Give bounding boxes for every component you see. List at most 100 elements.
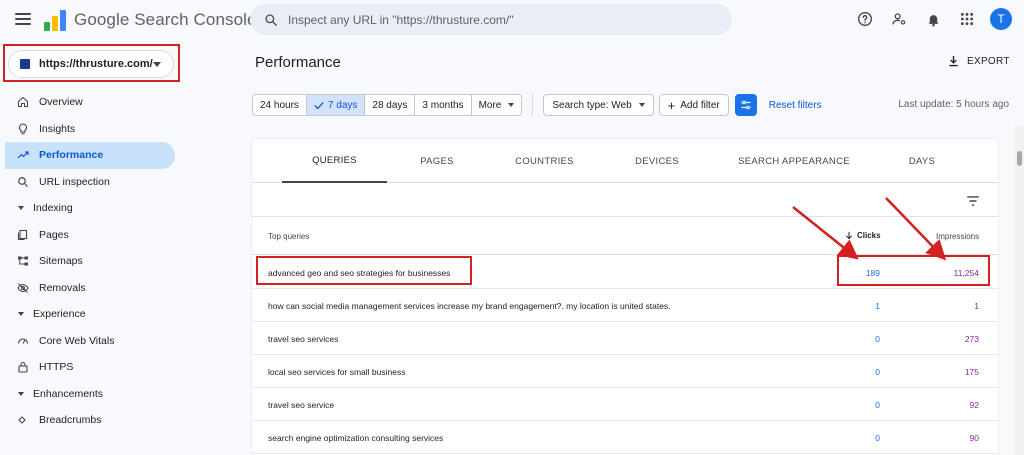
check-icon [314, 101, 324, 109]
impressions-cell: 273 [964, 334, 979, 344]
clicks-cell: 0 [875, 400, 880, 410]
table-row[interactable]: travel seo services 0 273 [252, 322, 998, 355]
chevron-down-icon [508, 103, 515, 107]
search-console-logo-icon [44, 9, 66, 31]
export-button[interactable]: EXPORT [948, 55, 1010, 67]
manage-users-icon[interactable] [888, 8, 910, 30]
clicks-cell: 0 [875, 433, 880, 443]
annotation-box-metrics [837, 255, 990, 286]
annotation-box-top-query [256, 256, 472, 285]
lock-icon [17, 361, 29, 373]
range-7-days[interactable]: 7 days [306, 95, 366, 115]
page-title: Performance [255, 54, 341, 71]
url-inspect-search[interactable] [250, 4, 732, 35]
page-scrollbar[interactable] [1015, 126, 1024, 455]
apps-grid-icon[interactable] [956, 8, 978, 30]
tab-devices[interactable]: DEVICES [607, 139, 707, 183]
table-row[interactable]: search engine optimization consulting se… [252, 421, 998, 454]
sidebar-section-indexing[interactable]: Indexing [0, 195, 180, 222]
sidebar-section-enhancements[interactable]: Enhancements [0, 381, 180, 408]
filter-bar: 24 hours 7 days 28 days 3 months More Se… [252, 94, 822, 116]
sidebar-nav: Overview Insights Performance URL inspec… [0, 89, 180, 434]
dimension-tabs: QUERIES PAGES COUNTRIES DEVICES SEARCH A… [252, 139, 998, 183]
range-more-dropdown[interactable]: More [472, 95, 522, 115]
sidebar-item-label: Breadcrumbs [39, 414, 102, 427]
queries-card: QUERIES PAGES COUNTRIES DEVICES SEARCH A… [252, 139, 998, 455]
impressions-cell: 1 [974, 301, 979, 311]
query-cell: search engine optimization consulting se… [268, 433, 444, 443]
menu-icon[interactable] [15, 13, 31, 25]
speed-icon [17, 335, 29, 347]
export-label: EXPORT [967, 55, 1010, 67]
sidebar-item-breadcrumbs[interactable]: Breadcrumbs [0, 407, 180, 434]
search-icon [265, 13, 277, 26]
collapse-triangle-icon [18, 312, 24, 317]
sidebar-section-experience[interactable]: Experience [0, 301, 180, 328]
tab-countries[interactable]: COUNTRIES [492, 139, 597, 183]
sidebar-item-sitemaps[interactable]: Sitemaps [0, 248, 180, 275]
sidebar-item-label: Sitemaps [39, 255, 83, 268]
sidebar-item-https[interactable]: HTTPS [0, 354, 180, 381]
sidebar-item-label: Overview [39, 96, 83, 109]
tab-days[interactable]: DAYS [882, 139, 962, 183]
sidebar-item-core-web-vitals[interactable]: Core Web Vitals [0, 328, 180, 355]
column-header-clicks[interactable]: Clicks [845, 231, 881, 240]
trending-up-icon [17, 149, 29, 161]
search-type-filter[interactable]: Search type: Web [543, 94, 654, 116]
sidebar-item-label: Insights [39, 122, 76, 135]
filter-settings-icon [741, 100, 751, 110]
table-row[interactable]: local seo services for small business 0 … [252, 355, 998, 388]
sitemap-icon [17, 255, 29, 267]
sidebar-item-pages[interactable]: Pages [0, 222, 180, 249]
column-header-impressions[interactable]: Impressions [936, 232, 979, 241]
column-header-queries: Top queries [268, 232, 310, 241]
sidebar-item-label: URL inspection [39, 175, 110, 188]
home-icon [17, 96, 29, 108]
table-row[interactable]: how can social media management services… [252, 289, 998, 322]
scrollbar-thumb[interactable] [1017, 151, 1022, 166]
top-bar: Google Search Console T [0, 0, 1024, 40]
annotation-box-property [3, 44, 180, 82]
clicks-cell: 1 [875, 301, 880, 311]
sidebar-item-removals[interactable]: Removals [0, 275, 180, 302]
reset-filters-link[interactable]: Reset filters [769, 100, 822, 111]
filter-rows-icon[interactable] [966, 194, 980, 212]
tab-search-appearance[interactable]: SEARCH APPEARANCE [730, 139, 858, 183]
date-range-selector: 24 hours 7 days 28 days 3 months More [252, 94, 523, 116]
sidebar-item-label: HTTPS [39, 361, 74, 374]
app-title: Google Search Console [74, 10, 257, 29]
sidebar-item-label: Performance [39, 149, 104, 162]
divider [532, 94, 534, 116]
impressions-cell: 90 [969, 433, 979, 443]
query-cell: travel seo service [268, 400, 335, 410]
notifications-bell-icon[interactable] [922, 8, 944, 30]
last-update-text: Last update: 5 hours ago [898, 99, 1009, 110]
download-icon [949, 55, 958, 67]
sidebar-section-label: Indexing [33, 202, 73, 215]
sidebar-section-label: Enhancements [33, 387, 104, 400]
query-cell: travel seo services [268, 334, 339, 344]
add-filter-button[interactable]: + Add filter [658, 94, 729, 116]
filter-settings-button[interactable] [734, 94, 757, 116]
sidebar-item-label: Core Web Vitals [39, 334, 115, 347]
breadcrumbs-icon [17, 414, 29, 426]
pages-icon [17, 229, 29, 241]
sidebar-section-label: Experience [33, 308, 86, 321]
sidebar-item-insights[interactable]: Insights [0, 116, 180, 143]
tab-queries[interactable]: QUERIES [282, 139, 387, 183]
app-logo[interactable]: Google Search Console [44, 9, 257, 31]
search-input[interactable] [288, 12, 708, 27]
sidebar-item-overview[interactable]: Overview [0, 89, 180, 116]
tab-pages[interactable]: PAGES [387, 139, 487, 183]
query-cell: local seo services for small business [268, 367, 406, 377]
sidebar-item-performance[interactable]: Performance [5, 142, 175, 169]
table-row[interactable]: travel seo service 0 92 [252, 388, 998, 421]
sidebar-item-url-inspection[interactable]: URL inspection [0, 169, 180, 196]
range-24-hours[interactable]: 24 hours [253, 95, 307, 115]
range-28-days[interactable]: 28 days [365, 95, 416, 115]
range-3-months[interactable]: 3 months [415, 95, 472, 115]
help-icon[interactable] [854, 8, 876, 30]
avatar[interactable]: T [990, 8, 1012, 30]
table-header: Top queries Clicks Impressions [252, 218, 998, 255]
query-cell: how can social media management services… [268, 301, 671, 311]
